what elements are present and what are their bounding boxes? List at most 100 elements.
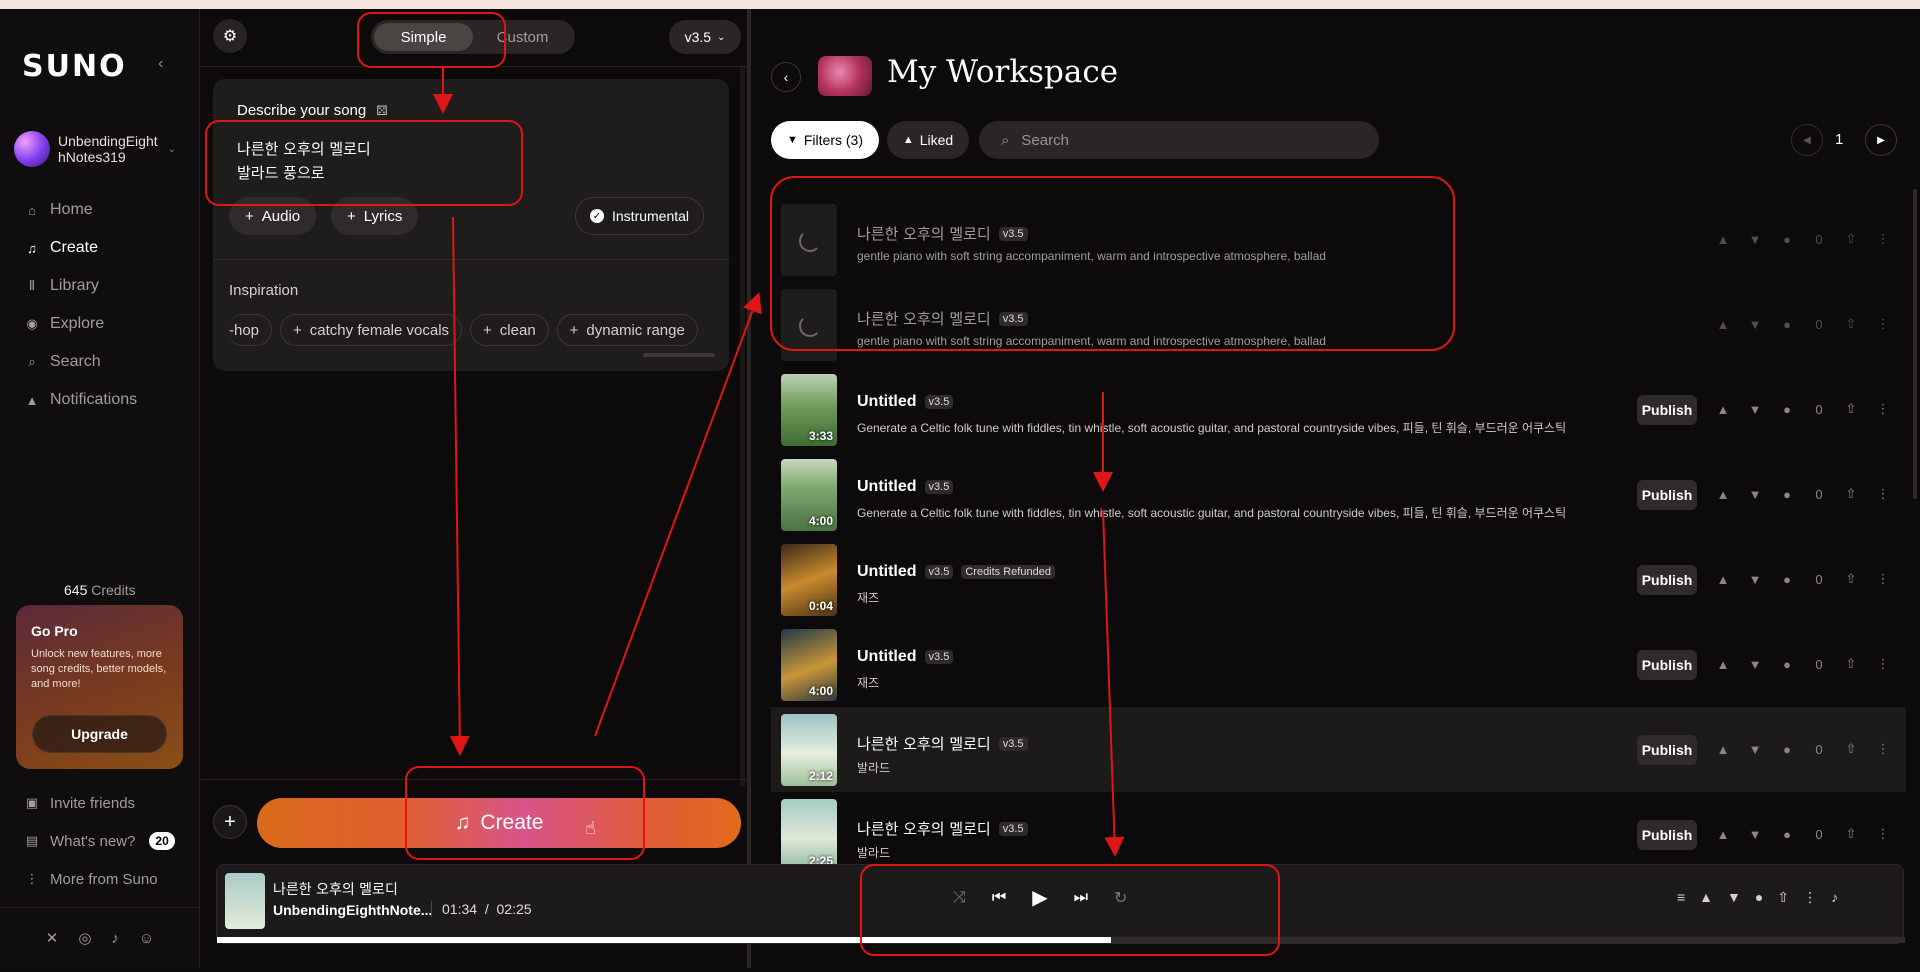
song-row[interactable]: 4:00 Untitled v3.5 Generate a Celtic folk… — [771, 452, 1906, 537]
comment-icon[interactable]: ● — [1771, 742, 1803, 757]
song-row[interactable]: 4:00 Untitled v3.5 재즈 Publish ▲ ▼ ● 0 ⇧ ⋮ — [771, 622, 1906, 707]
panel-scrollbar[interactable] — [740, 67, 745, 787]
song-thumbnail[interactable]: 0:04 — [781, 544, 837, 616]
song-row[interactable]: 3:33 Untitled v3.5 Generate a Celtic folk… — [771, 367, 1906, 452]
next-page-button[interactable]: ▶ — [1865, 124, 1897, 156]
song-title[interactable]: Untitled v3.5 — [857, 478, 954, 496]
thumbs-down-icon[interactable]: ▼ — [1739, 742, 1771, 757]
publish-button[interactable]: Publish — [1637, 395, 1697, 425]
filters-button[interactable]: ▼ Filters (3) — [771, 121, 879, 159]
dice-icon[interactable]: ⚄ — [376, 103, 387, 119]
previous-icon[interactable]: ⏮ — [992, 889, 1006, 907]
more-icon[interactable]: ⋮ — [1867, 571, 1899, 587]
x-icon[interactable]: ✕ — [46, 929, 59, 947]
settings-button[interactable]: ⚙ — [213, 19, 247, 53]
more-icon[interactable]: ⋮ — [1867, 826, 1899, 842]
comment-icon[interactable]: ● — [1771, 487, 1803, 502]
back-button[interactable]: ‹ — [771, 62, 801, 92]
version-select[interactable]: v3.5 ⌄ — [669, 20, 741, 54]
share-icon[interactable]: ⇧ — [1835, 571, 1867, 587]
song-title[interactable]: 나른한 오후의 멜로디 v3.5 — [857, 308, 1028, 329]
thumbs-down-icon[interactable]: ▼ — [1727, 889, 1741, 906]
more-icon[interactable]: ⋮ — [1867, 741, 1899, 757]
thumbs-down-icon[interactable]: ▼ — [1739, 572, 1771, 587]
queue-icon[interactable]: ≡ — [1677, 889, 1685, 906]
nav-notifications[interactable]: ▲ Notifications — [24, 381, 194, 419]
more-icon[interactable]: ⋮ — [1867, 486, 1899, 502]
more-icon[interactable]: ⋮ — [1867, 316, 1899, 332]
comment-icon[interactable]: ● — [1771, 827, 1803, 842]
create-button[interactable]: ♫ Create ☝ — [257, 798, 741, 848]
upgrade-button[interactable]: Upgrade — [32, 715, 167, 753]
comment-icon[interactable]: ● — [1771, 232, 1803, 247]
shuffle-icon[interactable]: ⤨ — [953, 889, 966, 907]
publish-button[interactable]: Publish — [1637, 820, 1697, 850]
thumbs-up-icon[interactable]: ▲ — [1707, 742, 1739, 757]
mode-simple[interactable]: Simple — [374, 23, 473, 51]
more-icon[interactable]: ⋮ — [1867, 231, 1899, 247]
more-from-suno[interactable]: ⋮ More from Suno — [24, 860, 194, 898]
inspiration-chip[interactable]: -hop — [227, 314, 273, 346]
song-title[interactable]: Untitled v3.5 — [857, 393, 954, 411]
nav-search[interactable]: ⌕ Search — [24, 343, 194, 381]
thumbs-up-icon[interactable]: ▲ — [1707, 487, 1739, 502]
more-icon[interactable]: ⋮ — [1803, 889, 1817, 906]
player-title[interactable]: 나른한 오후의 멜로디 — [273, 879, 398, 899]
progress-fill[interactable] — [217, 937, 1111, 943]
share-icon[interactable]: ⇧ — [1835, 316, 1867, 332]
share-icon[interactable]: ⇧ — [1835, 231, 1867, 247]
thumbs-up-icon[interactable]: ▲ — [1707, 572, 1739, 587]
instrumental-toggle[interactable]: ✓ Instrumental — [575, 197, 705, 235]
inspiration-scrollbar[interactable] — [643, 353, 715, 357]
share-icon[interactable]: ⇧ — [1835, 486, 1867, 502]
song-thumbnail[interactable]: 4:00 — [781, 459, 837, 531]
song-title[interactable]: 나른한 오후의 멜로디 v3.5 — [857, 818, 1028, 839]
inspiration-chip[interactable]: + dynamic range — [556, 314, 698, 346]
comment-icon[interactable]: ● — [1771, 317, 1803, 332]
tiktok-icon[interactable]: ♪ — [111, 930, 119, 947]
search-input[interactable]: ⌕ Search — [979, 121, 1379, 159]
player-artist[interactable]: UnbendingEighthNote... — [273, 902, 432, 918]
publish-button[interactable]: Publish — [1637, 650, 1697, 680]
song-title[interactable]: Untitled v3.5 Credits Refunded — [857, 563, 1055, 581]
audio-button[interactable]: + Audio — [229, 197, 317, 235]
song-thumbnail[interactable]: 2:12 — [781, 714, 837, 786]
song-title[interactable]: 나른한 오후의 멜로디 v3.5 — [857, 733, 1028, 754]
discord-icon[interactable]: ☺ — [139, 930, 154, 947]
user-menu[interactable]: UnbendingEight hNotes319 ⌄ — [14, 127, 184, 171]
volume-icon[interactable]: ♪ — [1831, 889, 1838, 906]
share-icon[interactable]: ⇧ — [1835, 401, 1867, 417]
instagram-icon[interactable]: ◎ — [78, 929, 91, 947]
thumbs-down-icon[interactable]: ▼ — [1739, 232, 1771, 247]
thumbs-down-icon[interactable]: ▼ — [1739, 402, 1771, 417]
nav-create[interactable]: ♫ Create — [24, 229, 194, 267]
thumbs-up-icon[interactable]: ▲ — [1707, 657, 1739, 672]
comment-icon[interactable]: ● — [1771, 572, 1803, 587]
mode-custom[interactable]: Custom — [473, 23, 572, 51]
more-icon[interactable]: ⋮ — [1867, 401, 1899, 417]
inspiration-chip[interactable]: + clean — [470, 314, 549, 346]
song-title[interactable]: Untitled v3.5 — [857, 648, 954, 666]
collapse-sidebar-icon[interactable]: ‹ — [158, 55, 163, 73]
thumbs-up-icon[interactable]: ▲ — [1707, 317, 1739, 332]
share-icon[interactable]: ⇧ — [1777, 889, 1789, 906]
thumbs-down-icon[interactable]: ▼ — [1739, 827, 1771, 842]
share-icon[interactable]: ⇧ — [1835, 826, 1867, 842]
prev-page-button[interactable]: ◀ — [1791, 124, 1823, 156]
comment-icon[interactable]: ● — [1771, 402, 1803, 417]
song-title[interactable]: 나른한 오후의 멜로디 v3.5 — [857, 223, 1028, 244]
invite-friends[interactable]: ▣ Invite friends — [24, 784, 194, 822]
thumbs-up-icon[interactable]: ▲ — [1707, 402, 1739, 417]
song-row[interactable]: 나른한 오후의 멜로디 v3.5 gentle piano with soft s… — [771, 282, 1906, 367]
song-row[interactable]: 0:04 Untitled v3.5 Credits Refunded 재즈 Pub… — [771, 537, 1906, 622]
song-row[interactable]: 2:12 나른한 오후의 멜로디 v3.5 발라드 Publish ▲ ▼ ● 0 ⇧ ⋮ — [771, 707, 1906, 792]
add-button[interactable]: + — [213, 805, 247, 839]
share-icon[interactable]: ⇧ — [1835, 656, 1867, 672]
nav-library[interactable]: Ⅱ Library — [24, 267, 194, 305]
thumbs-up-icon[interactable]: ▲ — [1699, 889, 1713, 906]
nav-home[interactable]: ⌂ Home — [24, 191, 194, 229]
liked-button[interactable]: ▲ Liked — [887, 121, 969, 159]
song-thumbnail[interactable]: 2:25 — [781, 799, 837, 871]
song-thumbnail[interactable]: 3:33 — [781, 374, 837, 446]
whats-new[interactable]: ▤ What's new? 20 — [24, 822, 194, 860]
